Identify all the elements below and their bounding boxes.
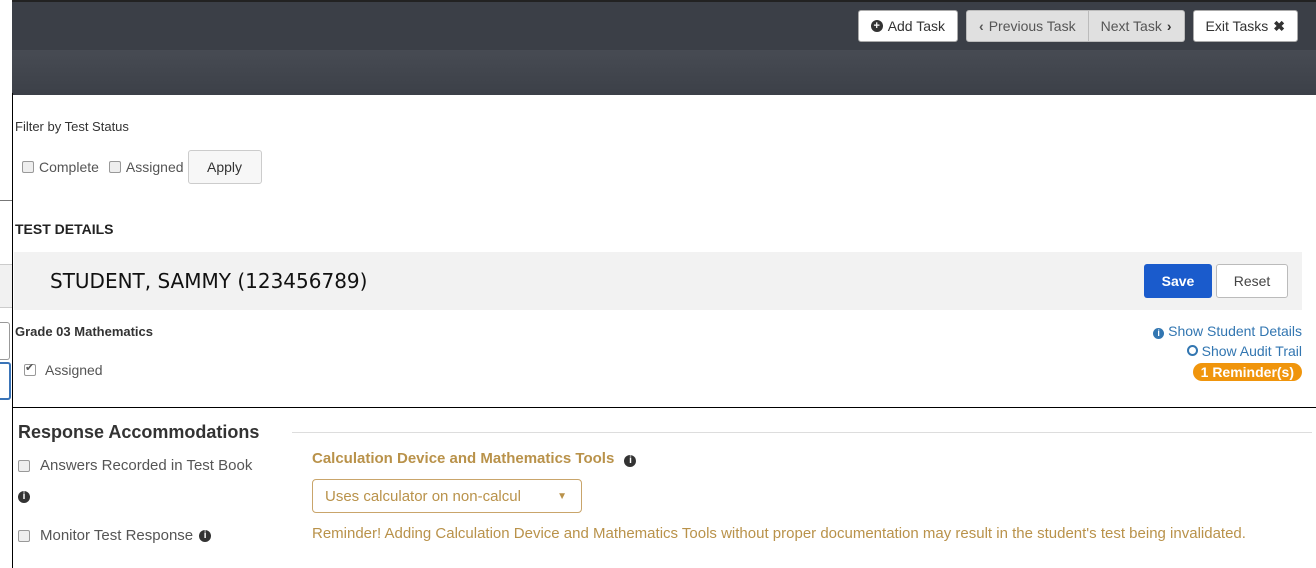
chevron-left-icon: ‹ — [979, 18, 984, 34]
reminder-badge[interactable]: 1 Reminder(s) — [1192, 363, 1302, 381]
monitor-checkbox[interactable] — [18, 529, 30, 542]
answers-recorded-checkbox[interactable] — [18, 459, 30, 472]
calc-device-select[interactable]: Uses calculator on non-calcul ▼ — [312, 479, 582, 513]
complete-label: Complete — [39, 159, 99, 175]
info-icon: i — [1153, 328, 1165, 339]
close-icon: ✖ — [1273, 17, 1285, 34]
answers-recorded-option: Answers Recorded in Test Book — [18, 457, 252, 474]
next-task-label: Next Task — [1100, 18, 1162, 34]
header-band — [12, 50, 1316, 95]
info-icon[interactable]: i — [624, 455, 637, 467]
chevron-right-icon: › — [1166, 18, 1172, 34]
show-audit-trail-label: Show Audit Trail — [1201, 343, 1302, 359]
monitor-option: Monitor Test Response i — [18, 527, 212, 544]
assigned-checkbox[interactable] — [24, 361, 36, 376]
reminder-text: Reminder! Adding Calculation Device and … — [312, 525, 1246, 542]
clock-icon — [1186, 345, 1198, 356]
previous-task-label: Previous Task — [988, 18, 1076, 34]
save-button[interactable]: Save — [1144, 264, 1212, 298]
info-icon[interactable]: i — [199, 529, 212, 542]
legend-line — [292, 432, 1312, 433]
background-window-panel — [0, 264, 12, 308]
filter-label: Filter by Test Status — [15, 119, 129, 134]
background-window-field — [0, 322, 10, 360]
top-header: + Add Task ‹ Previous Task Next Task › E… — [12, 0, 1316, 95]
assigned-filter-label: Assigned — [125, 159, 184, 175]
response-accommodations-title: Response Accommodations — [18, 422, 260, 442]
calc-device-label: Calculation Device and Mathematics Tools — [312, 450, 615, 467]
student-name: STUDENT, SAMMY (123456789) — [50, 269, 368, 293]
task-toolbar: + Add Task ‹ Previous Task Next Task › E… — [857, 10, 1298, 42]
section-divider — [12, 407, 1316, 408]
background-window-focused-field — [0, 362, 11, 400]
complete-checkbox[interactable] — [22, 161, 34, 173]
apply-button[interactable]: Apply — [187, 150, 262, 184]
show-student-details-label: Show Student Details — [1168, 323, 1302, 339]
student-bar: STUDENT, SAMMY (123456789) Save Reset — [14, 252, 1302, 310]
filter-row: Complete Assigned Apply — [22, 150, 262, 184]
assigned-filter-checkbox[interactable] — [108, 161, 121, 173]
assigned-row: Assigned — [24, 361, 103, 378]
window-edge — [12, 93, 13, 568]
reset-button[interactable]: Reset — [1216, 264, 1288, 298]
next-task-button[interactable]: Next Task › — [1088, 10, 1185, 42]
assigned-label: Assigned — [45, 362, 103, 378]
show-student-details-link[interactable]: i Show Student Details — [1153, 323, 1302, 339]
caret-down-icon: ▼ — [557, 490, 567, 502]
add-task-button[interactable]: + Add Task — [857, 10, 959, 42]
exit-tasks-label: Exit Tasks — [1205, 18, 1269, 34]
monitor-label: Monitor Test Response — [40, 527, 194, 544]
previous-task-button[interactable]: ‹ Previous Task — [966, 10, 1089, 42]
answers-recorded-label: Answers Recorded in Test Book — [40, 457, 253, 474]
calc-device-value: Uses calculator on non-calcul — [325, 487, 521, 505]
show-audit-trail-link[interactable]: Show Audit Trail — [1153, 343, 1302, 359]
calc-device-title: Calculation Device and Mathematics Tools… — [312, 450, 637, 467]
plus-circle-icon: + — [870, 20, 883, 32]
student-links: i Show Student Details Show Audit Trail 1… — [1153, 323, 1302, 381]
test-details-heading: TEST DETAILS — [15, 221, 114, 237]
grade-subject: Grade 03 Mathematics — [15, 324, 154, 339]
add-task-label: Add Task — [887, 18, 946, 34]
exit-tasks-button[interactable]: Exit Tasks ✖ — [1192, 10, 1298, 42]
answers-recorded-info[interactable]: i — [18, 486, 30, 504]
info-icon: i — [18, 491, 30, 503]
